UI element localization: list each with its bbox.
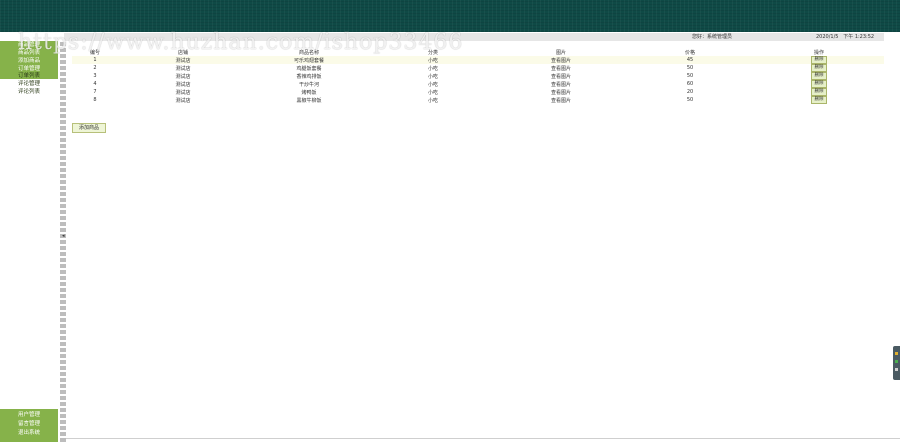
datetime-text: 2020/1/5 下午 1:23:52: [816, 34, 875, 40]
cell-name: 黑椒牛柳饭: [296, 97, 322, 104]
column-header-name: 商品名称: [248, 49, 370, 56]
side-toolbar-widget[interactable]: [893, 346, 900, 380]
view-image-link[interactable]: 查看图片: [496, 64, 626, 72]
column-header-id: 编号: [72, 49, 118, 56]
cell-price: 50: [686, 97, 694, 103]
sidebar: 商品管理 商品列表 添加商品 订单管理 订单列表 评论管理 评论列表 用户管理 …: [0, 41, 58, 442]
column-header-action: 操作: [754, 49, 884, 56]
cell-shop: 测试店: [175, 89, 191, 96]
cell-id: 2: [93, 65, 97, 71]
delete-button[interactable]: 删除: [811, 72, 827, 80]
view-image-link[interactable]: 查看图片: [496, 80, 626, 88]
cell-shop: 测试店: [175, 65, 191, 72]
cell-category: 小吃: [370, 56, 496, 64]
sidebar-bottom-panel: 用户管理 留言管理 退出系统: [0, 409, 58, 442]
table-row: 3 测试店 香辣鸡排饭 小吃 查看图片 50 删除: [72, 72, 884, 80]
toolbar-dot-icon: [895, 360, 898, 363]
add-product-button[interactable]: 添加商品: [72, 123, 106, 133]
cell-price: 60: [686, 81, 694, 87]
cell-category: 小吃: [427, 65, 438, 72]
cell-price: 50: [686, 73, 694, 79]
table-row: 2 测试店 鸡腿饭套餐 小吃 查看图片 50 删除: [72, 64, 884, 72]
cell-shop: 测试店: [175, 97, 191, 104]
table-row: 4 测试店 干炒牛河 小吃 查看图片 60 删除: [72, 80, 884, 88]
column-header-price: 价格: [626, 49, 754, 56]
table-row: 1 测试店 可乐鸡翅套餐 小吃 查看图片 45 删除: [72, 56, 884, 64]
table-row: 7 测试店 烤鸭饭 小吃 查看图片 20 删除: [72, 88, 884, 96]
sidebar-item-order-list[interactable]: 订单列表: [0, 72, 58, 80]
view-image-link[interactable]: 查看图片: [496, 88, 626, 96]
cell-action: 删除: [754, 72, 884, 80]
sidebar-item-comment-list[interactable]: 评论列表: [0, 88, 58, 96]
cell-id: 4: [93, 81, 97, 87]
view-image-link[interactable]: 查看图片: [496, 72, 626, 80]
cell-price: 20: [686, 89, 694, 95]
cell-id: 1: [72, 56, 118, 64]
top-banner: [0, 0, 900, 32]
cell-price: 50: [686, 65, 694, 71]
cell-name: 干炒牛河: [298, 81, 319, 88]
cell-name: 烤鸭饭: [301, 89, 317, 96]
delete-button[interactable]: 删除: [811, 64, 827, 72]
cell-category: 小吃: [427, 97, 438, 104]
delete-button[interactable]: 删除: [811, 96, 827, 104]
cell-action: 删除: [754, 56, 884, 64]
sidebar-item-add-product[interactable]: 添加商品: [0, 57, 58, 65]
column-header-shop: 店铺: [118, 49, 248, 56]
delete-button[interactable]: 删除: [811, 88, 827, 96]
cell-name: 可乐鸡翅套餐: [248, 56, 370, 64]
cell-shop: 测试店: [118, 56, 248, 64]
cell-shop: 测试店: [175, 81, 191, 88]
column-header-category: 分类: [370, 49, 496, 56]
toolbar-dot-icon: [895, 368, 898, 371]
column-header-image: 图片: [496, 49, 626, 56]
sidebar-item-product-manage[interactable]: 商品管理: [0, 41, 58, 49]
bottom-divider: [66, 438, 900, 439]
current-user-text: 您好：系统管理员: [692, 34, 733, 40]
product-table: 编号 店铺 商品名称 分类 图片 价格 操作 1 测试店 可乐鸡翅套餐 小吃 查…: [72, 49, 884, 104]
cell-action: 删除: [754, 96, 884, 104]
info-bar: 您好：系统管理员 2020/1/5 下午 1:23:52: [64, 33, 884, 41]
sidebar-splitter[interactable]: [60, 41, 66, 442]
cell-category: 小吃: [427, 81, 438, 88]
view-image-link[interactable]: 查看图片: [496, 96, 626, 104]
sidebar-item-message-manage[interactable]: 留言管理: [0, 420, 58, 428]
cell-action: 删除: [754, 80, 884, 88]
cell-id: 8: [93, 97, 97, 103]
cell-shop: 测试店: [175, 73, 191, 80]
delete-button[interactable]: 删除: [811, 56, 827, 64]
cell-id: 3: [93, 73, 97, 79]
collapse-arrow-icon[interactable]: ◂: [62, 233, 65, 239]
cell-action: 删除: [754, 88, 884, 96]
cell-name: 鸡腿饭套餐: [296, 65, 322, 72]
toolbar-dot-icon: [895, 352, 898, 355]
sidebar-item-comment-manage[interactable]: 评论管理: [0, 80, 58, 88]
sidebar-item-logout[interactable]: 退出系统: [0, 429, 58, 437]
table-header-row: 编号 店铺 商品名称 分类 图片 价格 操作: [72, 49, 884, 56]
cell-name: 香辣鸡排饭: [296, 73, 322, 80]
cell-action: 删除: [754, 64, 884, 72]
view-image-link[interactable]: 查看图片: [496, 56, 626, 64]
sidebar-item-product-list[interactable]: 商品列表: [0, 49, 58, 57]
delete-button[interactable]: 删除: [811, 80, 827, 88]
cell-category: 小吃: [427, 73, 438, 80]
sidebar-item-user-manage[interactable]: 用户管理: [0, 411, 58, 419]
cell-price: 45: [626, 56, 754, 64]
table-row: 8 测试店 黑椒牛柳饭 小吃 查看图片 50 删除: [72, 96, 884, 104]
cell-category: 小吃: [427, 89, 438, 96]
cell-id: 7: [93, 89, 97, 95]
